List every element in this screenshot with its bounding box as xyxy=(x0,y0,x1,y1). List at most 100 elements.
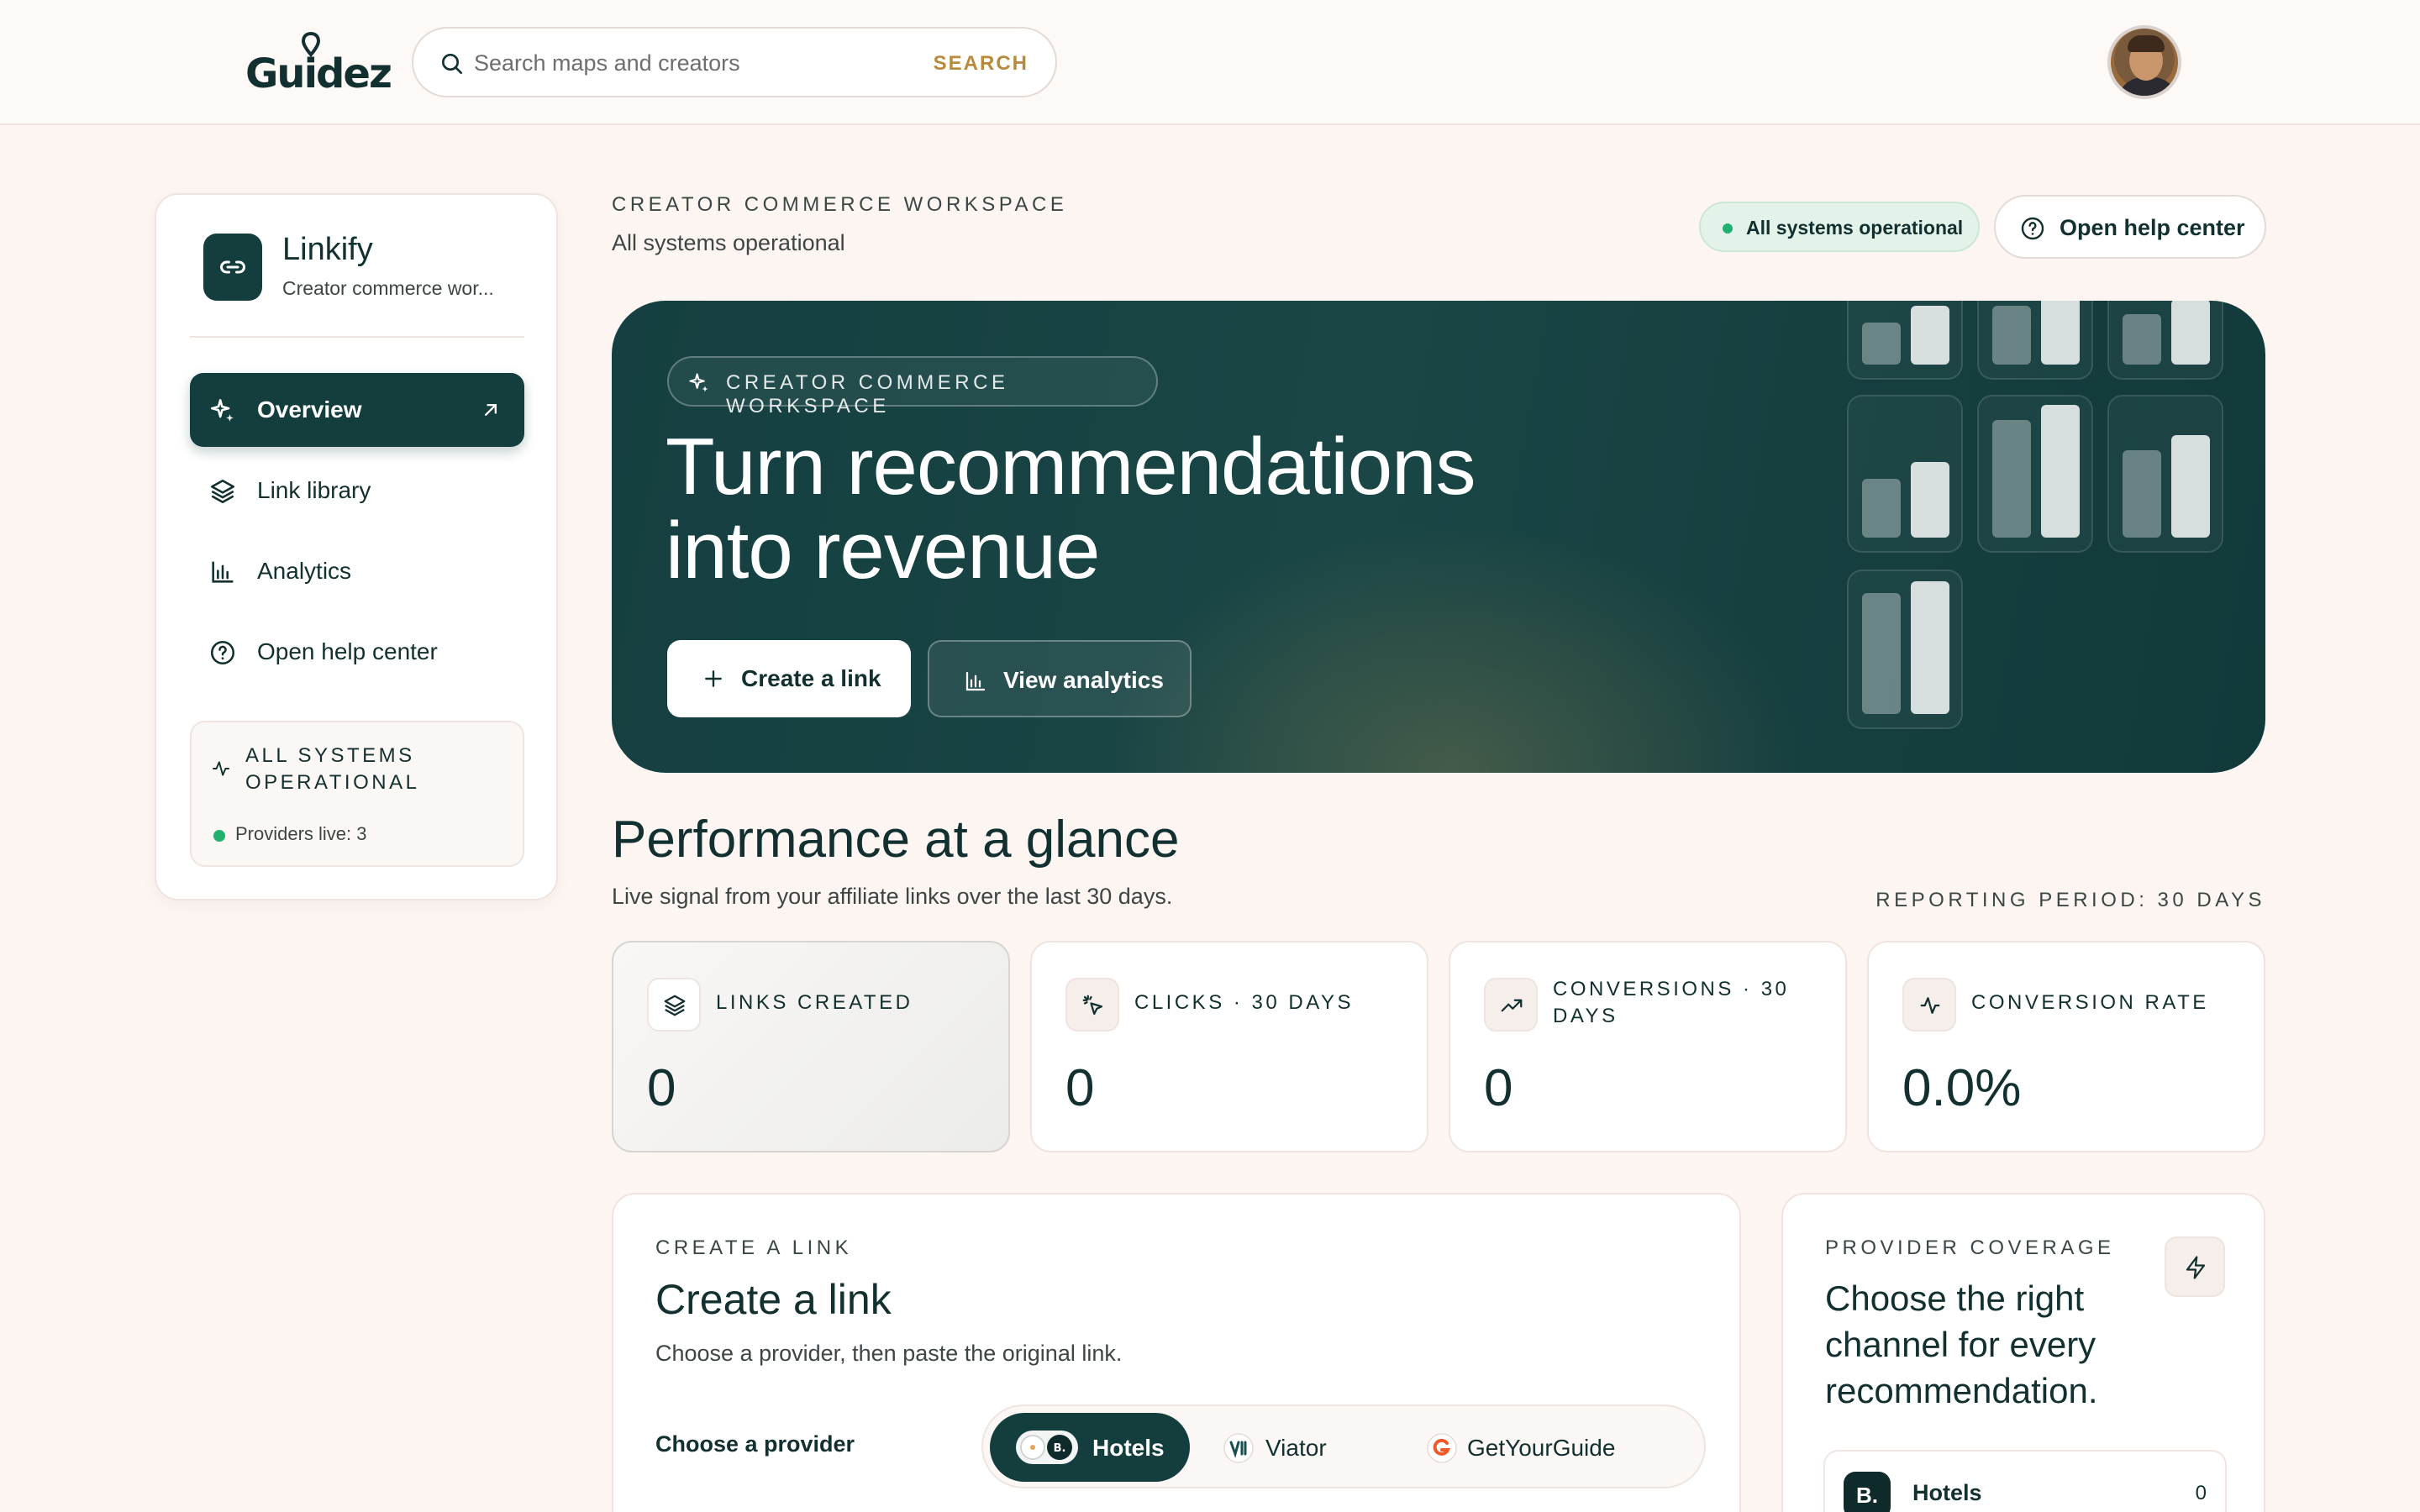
plus-icon xyxy=(705,670,722,687)
sidebar-divider xyxy=(190,336,524,338)
sidebar-item-help-center[interactable]: Open help center xyxy=(190,615,524,689)
stat-icon-box xyxy=(1065,978,1119,1032)
arrow-up-right-icon xyxy=(485,404,497,416)
linkify-brand-icon xyxy=(203,234,262,301)
workspace-eyebrow: CREATOR COMMERCE WORKSPACE xyxy=(612,193,1068,216)
bolt-icon-box xyxy=(2165,1236,2225,1297)
view-analytics-label: View analytics xyxy=(1003,667,1164,693)
sidebar-item-label: Overview xyxy=(257,396,362,423)
provider-option-viator[interactable]: Viator xyxy=(1202,1413,1395,1482)
sidebar-item-overview[interactable]: Overview xyxy=(190,373,524,447)
create-link-button[interactable]: Create a link xyxy=(667,640,911,717)
provider-row-hotels[interactable]: B. Hotels 0 xyxy=(1823,1450,2227,1512)
hero-eyebrow-label: CREATOR COMMERCE WORKSPACE xyxy=(726,371,1009,417)
stat-value: 0 xyxy=(647,1059,676,1117)
stat-label: CONVERSION RATE xyxy=(1971,991,2209,1014)
status-dot xyxy=(1723,223,1733,234)
top-bar: Guidez SEARCH xyxy=(0,0,2420,125)
help-center-button[interactable]: Open help center xyxy=(1994,195,2266,259)
sidebar-item-label: Open help center xyxy=(257,638,438,664)
guidez-logo[interactable]: Guidez xyxy=(245,32,392,97)
provider-count: 0 xyxy=(2195,1482,2207,1504)
create-link-label: Create a link xyxy=(741,665,881,691)
status-badge: All systems operational xyxy=(1699,202,1980,252)
sidebar: Linkify Creator commerce wor... Overview… xyxy=(155,193,558,900)
hero-eyebrow-badge: CREATOR COMMERCE WORKSPACE xyxy=(667,356,1158,417)
decorative-bar-tile xyxy=(2107,395,2223,553)
status-dot xyxy=(213,830,225,842)
decorative-bar-tile xyxy=(1847,301,1963,380)
activity-icon xyxy=(213,761,229,776)
provider-selector: B. Hotels Viator GetYourGuide xyxy=(981,1404,1706,1488)
sidebar-item-label: Link library xyxy=(257,477,371,503)
provider-name: Hotels xyxy=(1912,1480,1982,1505)
stat-card-conversion-rate[interactable]: CONVERSION RATE 0.0% xyxy=(1867,941,2265,1152)
viator-logo-icon xyxy=(1223,1433,1254,1463)
search-bar: SEARCH xyxy=(412,27,1057,97)
stat-label: CONVERSIONS · 30 DAYS xyxy=(1553,978,1790,1027)
stat-label: LINKS CREATED xyxy=(716,991,913,1014)
stat-value: 0.0% xyxy=(1902,1059,2022,1117)
user-avatar[interactable] xyxy=(2107,25,2181,99)
provider-option-label: GetYourGuide xyxy=(1467,1435,1616,1461)
provider-coverage-card: PROVIDER COVERAGE Choose the right chann… xyxy=(1781,1193,2265,1512)
view-analytics-button[interactable]: View analytics xyxy=(928,640,1192,717)
provider-coverage-eyebrow: PROVIDER COVERAGE xyxy=(1825,1236,2115,1259)
activity-icon xyxy=(1920,997,1940,1014)
brand-subtitle: Creator commerce wor... xyxy=(282,277,494,299)
search-button[interactable]: SEARCH xyxy=(934,52,1028,76)
layers-icon xyxy=(664,995,686,1016)
decorative-bar-tile xyxy=(1977,395,2093,553)
provider-option-hotels[interactable]: B. Hotels xyxy=(990,1413,1190,1482)
sidebar-item-link-library[interactable]: Link library xyxy=(190,454,524,528)
workspace-status-text: All systems operational xyxy=(612,230,845,255)
brand-title: Linkify xyxy=(282,232,373,267)
layers-icon xyxy=(210,479,235,504)
providers-live-text: Providers live: 3 xyxy=(235,823,367,844)
cursor-click-icon xyxy=(1082,995,1103,1016)
hero-title-line: into revenue xyxy=(666,506,1100,596)
hotels-toggle-icon: B. xyxy=(1016,1431,1078,1464)
stat-value: 0 xyxy=(1484,1059,1513,1117)
sparkle-icon xyxy=(689,373,708,392)
stat-value: 0 xyxy=(1065,1059,1095,1117)
provider-option-getyourguide[interactable]: GetYourGuide xyxy=(1403,1413,1689,1482)
getyourguide-logo-icon xyxy=(1427,1433,1457,1463)
provider-option-label: Hotels xyxy=(1092,1435,1165,1461)
bar-chart-icon xyxy=(965,671,986,691)
sidebar-item-label: Analytics xyxy=(257,558,352,584)
booking-logo-icon: B. xyxy=(1844,1472,1891,1512)
trending-up-icon xyxy=(1501,999,1523,1012)
hero-banner: CREATOR COMMERCE WORKSPACE Turn recommen… xyxy=(612,301,2265,773)
search-icon xyxy=(442,54,462,74)
create-link-card: CREATE A LINK Create a link Choose a pro… xyxy=(612,1193,1741,1512)
link-icon xyxy=(220,260,245,274)
system-status-card: ALL SYSTEMS OPERATIONAL Providers live: … xyxy=(190,721,524,867)
help-circle-icon xyxy=(2021,217,2044,240)
provider-coverage-title: Choose the right channel for every recom… xyxy=(1825,1278,2098,1410)
map-pin-icon xyxy=(301,32,321,57)
sidebar-item-analytics[interactable]: Analytics xyxy=(190,534,524,608)
hero-title-line: Turn recommendations xyxy=(666,422,1476,512)
performance-title: Performance at a glance xyxy=(612,811,1180,869)
help-circle-icon xyxy=(210,640,235,665)
stat-card-links-created[interactable]: LINKS CREATED 0 xyxy=(612,941,1010,1152)
svg-text:B.: B. xyxy=(1054,1442,1066,1455)
reporting-period: REPORTING PERIOD: 30 DAYS xyxy=(1876,889,2265,911)
stat-label: CLICKS · 30 DAYS xyxy=(1134,991,1354,1014)
create-link-title: Create a link xyxy=(655,1276,892,1323)
hero-title: Turn recommendations into revenue xyxy=(666,425,1590,593)
provider-option-label: Viator xyxy=(1265,1435,1327,1461)
stat-icon-box xyxy=(1902,978,1956,1032)
create-link-subtitle: Choose a provider, then paste the origin… xyxy=(655,1341,1123,1366)
stat-icon-box xyxy=(1484,978,1538,1032)
decorative-bar-tile xyxy=(1847,395,1963,553)
create-link-eyebrow: CREATE A LINK xyxy=(655,1236,853,1259)
sparkle-icon xyxy=(210,398,234,422)
system-status-title: ALL SYSTEMS OPERATIONAL xyxy=(245,744,420,794)
search-input[interactable] xyxy=(474,44,894,82)
stat-card-conversions[interactable]: CONVERSIONS · 30 DAYS 0 xyxy=(1449,941,1847,1152)
stat-card-clicks[interactable]: CLICKS · 30 DAYS 0 xyxy=(1030,941,1428,1152)
bolt-icon xyxy=(2186,1256,2206,1279)
status-badge-label: All systems operational xyxy=(1746,217,1964,239)
